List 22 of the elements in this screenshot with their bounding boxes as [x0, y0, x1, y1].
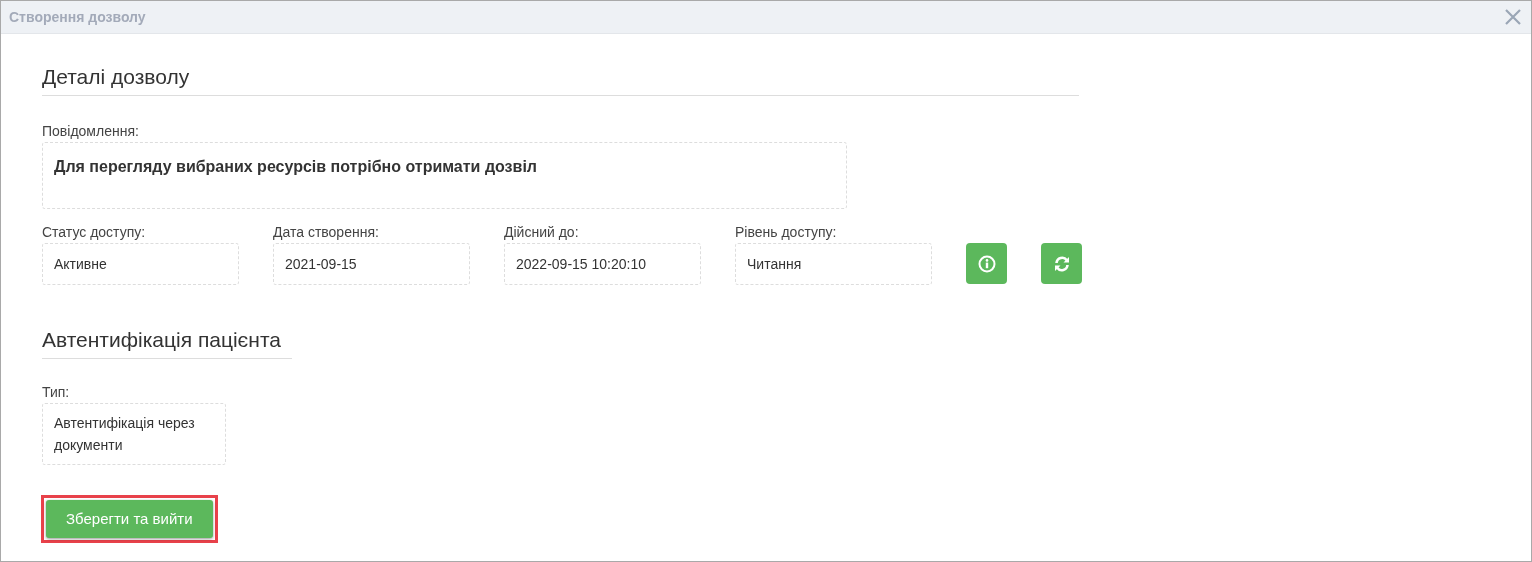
- save-button[interactable]: Зберегти та вийти: [46, 500, 213, 539]
- field-label: Тип:: [42, 383, 71, 402]
- field-value: Автентифікація через документи: [42, 403, 226, 466]
- section-heading: Автентифікація пацієнта: [42, 327, 292, 360]
- refresh-icon: [1052, 254, 1071, 273]
- field-label: Дата створення:: [273, 223, 380, 242]
- field-value: 2022-09-15 10:20:10: [504, 243, 701, 286]
- field-value: 2021-09-15: [273, 243, 470, 286]
- info-icon: [977, 254, 996, 273]
- close-button[interactable]: [1503, 7, 1523, 27]
- refresh-button[interactable]: [1041, 243, 1082, 285]
- info-button[interactable]: [966, 243, 1007, 285]
- message-field: Для перегляду вибраних ресурсів потрібно отримати дозвіл: [42, 142, 847, 210]
- field-label: Статус доступу:: [42, 223, 147, 242]
- field-value: Читання: [735, 243, 932, 286]
- section-heading: Деталі дозволу: [42, 64, 1079, 97]
- field-label: Дійсний до:: [504, 223, 580, 242]
- window-title: Створення дозволу: [9, 7, 146, 27]
- field-value: Активне: [42, 243, 239, 286]
- field-label: Повідомлення:: [42, 122, 140, 141]
- close-icon: [1503, 7, 1523, 27]
- field-label: Рівень доступу:: [735, 223, 838, 242]
